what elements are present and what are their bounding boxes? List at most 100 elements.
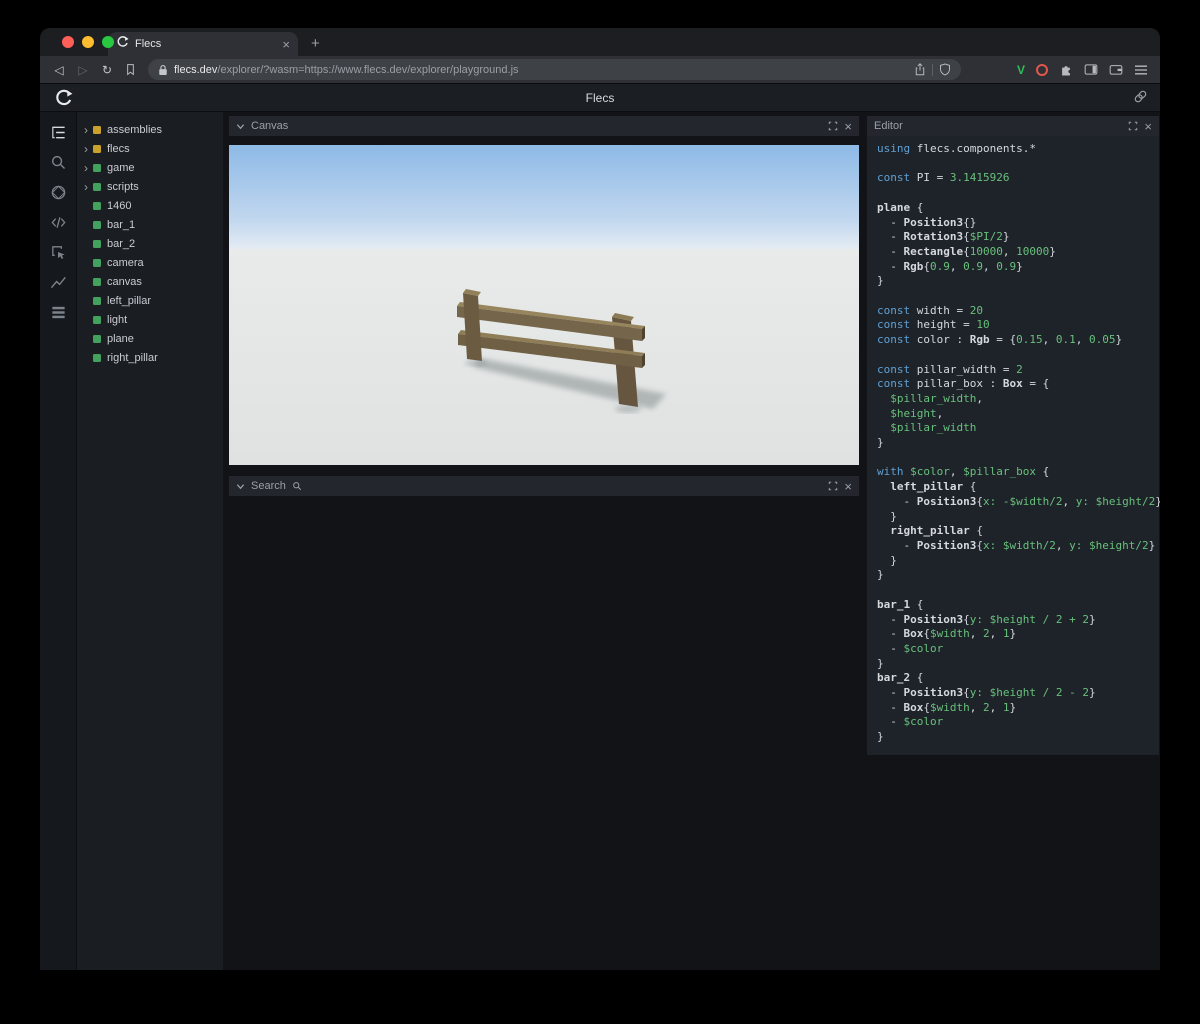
stats-chart-icon[interactable] <box>48 272 68 292</box>
tree-item-label: bar_1 <box>107 218 136 231</box>
close-icon[interactable]: × <box>1144 120 1152 133</box>
tree-item-assemblies[interactable]: › assemblies <box>77 120 223 139</box>
canvas-3d-viewport[interactable] <box>229 145 859 465</box>
code-line: $pillar_width <box>890 421 977 435</box>
close-icon[interactable]: × <box>844 480 852 493</box>
forward-button[interactable]: ▷ <box>72 64 94 76</box>
tab-close-icon[interactable]: × <box>282 38 290 51</box>
url-bar[interactable]: flecs.dev/explorer/?wasm=https://www.fle… <box>148 59 961 80</box>
tree-item-label: camera <box>107 256 144 269</box>
browser-tab[interactable]: Flecs × <box>108 32 298 56</box>
chevron-right-icon[interactable]: › <box>84 143 93 155</box>
main-area: Canvas × Search × Editor × using flecs.c… <box>223 112 1160 970</box>
url-path: /explorer/?wasm=https://www.flecs.dev/ex… <box>217 63 519 76</box>
code-line: right_pillar { <box>890 524 983 538</box>
entity-kind-swatch <box>93 125 101 134</box>
lock-icon <box>158 64 168 76</box>
tab-title: Flecs <box>135 38 162 50</box>
tree-item-1460[interactable]: 1460 <box>77 196 223 215</box>
canvas-panel: Canvas × <box>229 116 859 465</box>
sidebar-toggle-icon[interactable] <box>1084 63 1098 76</box>
chevron-right-icon[interactable]: › <box>84 124 93 136</box>
code-line: const pillar_width = 2 <box>877 362 1023 376</box>
entity-kind-swatch <box>93 258 101 267</box>
url-text: flecs.dev/explorer/?wasm=https://www.fle… <box>174 64 519 76</box>
tree-item-light[interactable]: light <box>77 310 223 329</box>
code-line: } <box>877 436 884 450</box>
tree-item-bar_1[interactable]: bar_1 <box>77 215 223 234</box>
fullscreen-icon[interactable] <box>828 481 838 491</box>
code-line: const pillar_box : Box = { <box>877 377 1050 391</box>
entity-tree-icon[interactable] <box>48 122 68 142</box>
url-domain: flecs.dev <box>174 63 218 76</box>
search-icon[interactable] <box>48 152 68 172</box>
tree-item-bar_2[interactable]: bar_2 <box>77 234 223 253</box>
entity-kind-swatch <box>93 163 101 172</box>
zoom-window-button[interactable] <box>102 36 114 48</box>
close-icon[interactable]: × <box>844 120 852 133</box>
tree-item-label: right_pillar <box>107 351 158 364</box>
reload-button[interactable]: ↻ <box>96 64 118 76</box>
menu-icon[interactable] <box>1134 64 1148 76</box>
extensions-puzzle-icon[interactable] <box>1059 63 1073 77</box>
code-line: - Box{$width, 2, 1} <box>877 627 1017 641</box>
chevron-down-icon[interactable] <box>236 482 245 491</box>
code-line: - $color <box>877 715 944 729</box>
back-button[interactable]: ◁ <box>48 64 70 76</box>
app-body: › assemblies › flecs › game › scripts 1460 bar_1b… <box>40 112 1160 970</box>
tree-item-plane[interactable]: plane <box>77 329 223 348</box>
new-tab-button[interactable]: + <box>311 36 320 51</box>
browser-window: Flecs × + ◁ ▷ ↻ flecs.dev/explorer/?wasm… <box>40 28 1160 970</box>
editor-code[interactable]: using flecs.components.* const PI = 3.14… <box>867 136 1160 755</box>
flecs-logo-icon <box>54 88 73 107</box>
extension-v-icon[interactable]: V <box>1017 63 1025 77</box>
magnifier-icon <box>292 481 302 491</box>
code-line: } <box>877 509 897 523</box>
commands-list-icon[interactable] <box>48 302 68 322</box>
tree-item-label: flecs <box>107 142 130 155</box>
code-line: - Rectangle{10000, 10000} <box>877 244 1056 258</box>
tree-item-left_pillar[interactable]: left_pillar <box>77 291 223 310</box>
inspect-cursor-icon[interactable] <box>48 242 68 262</box>
code-line: $pillar_width, <box>890 391 983 405</box>
entity-kind-swatch <box>93 239 101 248</box>
code-line: const height = 10 <box>877 318 990 332</box>
fullscreen-icon[interactable] <box>828 121 838 131</box>
chevron-right-icon[interactable]: › <box>84 162 93 174</box>
tree-item-flecs[interactable]: › flecs <box>77 139 223 158</box>
close-window-button[interactable] <box>62 36 74 48</box>
left-column: Canvas × Search × <box>229 116 859 970</box>
chevron-right-icon[interactable]: › <box>84 181 93 193</box>
fullscreen-icon[interactable] <box>1128 121 1138 131</box>
query-sphere-icon[interactable] <box>48 182 68 202</box>
tree-item-scripts[interactable]: › scripts <box>77 177 223 196</box>
code-line: } <box>877 656 884 670</box>
share-icon[interactable] <box>914 63 926 76</box>
code-line: - Position3{x: $width/2, y: $height/2} <box>877 538 1156 552</box>
wallet-icon[interactable] <box>1109 63 1123 76</box>
canvas-panel-title: Canvas <box>251 120 289 132</box>
tree-item-label: assemblies <box>107 123 163 136</box>
code-icon[interactable] <box>48 212 68 232</box>
editor-panel-title: Editor <box>874 120 903 132</box>
minimize-window-button[interactable] <box>82 36 94 48</box>
code-line: - Position3{x: -$width/2, y: $height/2} <box>877 494 1160 508</box>
code-line: - Rotation3{$PI/2} <box>877 230 1010 244</box>
extension-record-icon[interactable] <box>1036 63 1048 76</box>
tree-item-game[interactable]: › game <box>77 158 223 177</box>
code-line: left_pillar { <box>890 480 977 494</box>
divider <box>931 63 933 76</box>
brave-shield-icon[interactable] <box>939 63 951 76</box>
chevron-down-icon[interactable] <box>236 122 245 131</box>
tree-item-canvas[interactable]: canvas <box>77 272 223 291</box>
tree-item-right_pillar[interactable]: right_pillar <box>77 348 223 367</box>
bookmark-icon[interactable] <box>120 63 140 76</box>
tree-item-label: light <box>107 313 128 326</box>
code-line: const PI = 3.1415926 <box>877 171 1010 185</box>
code-line: bar_2 { <box>877 671 924 685</box>
share-link-icon[interactable] <box>1133 89 1148 104</box>
tree-item-camera[interactable]: camera <box>77 253 223 272</box>
tree-item-label: canvas <box>107 275 142 288</box>
